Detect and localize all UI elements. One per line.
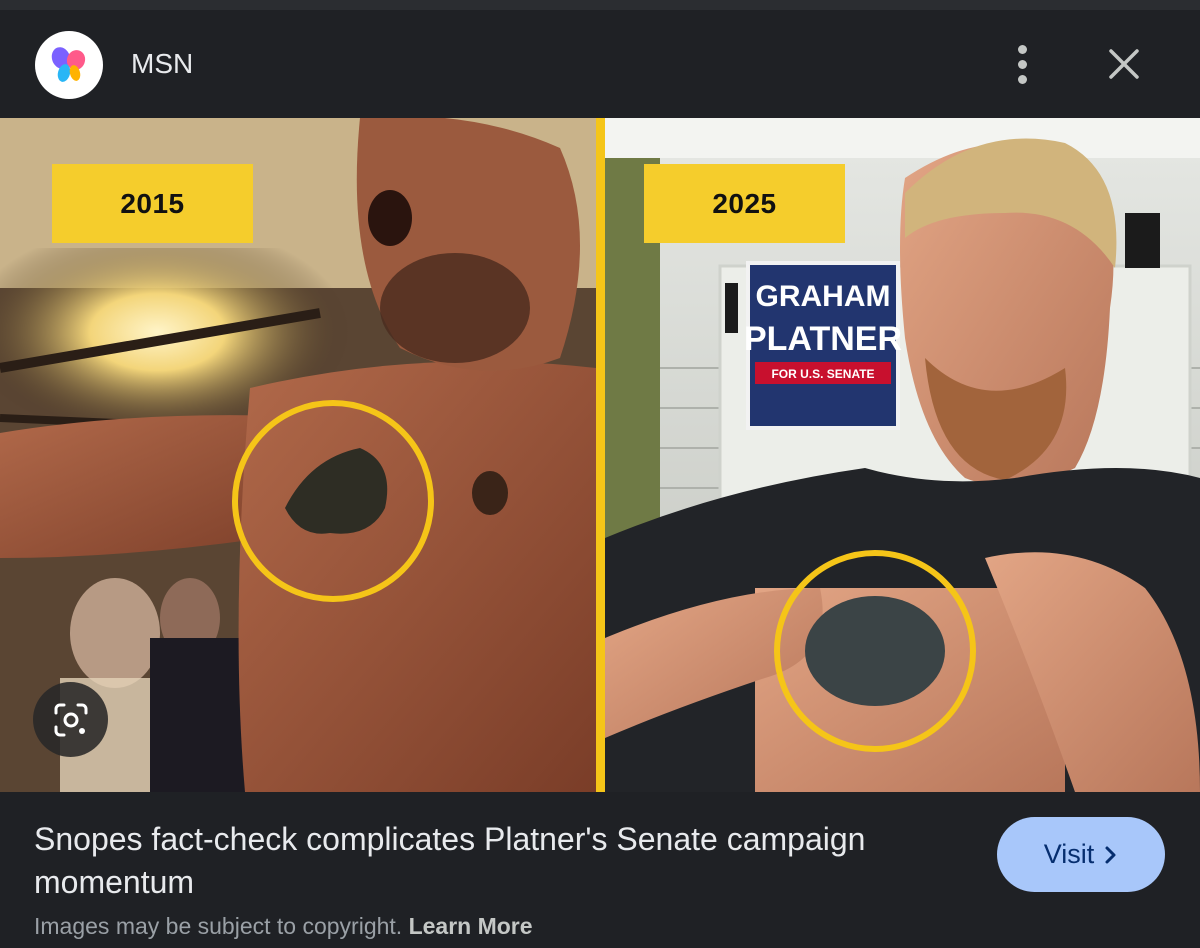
photo-2025: GRAHAM PLATNER FOR U.S. SENATE 2025: [605, 118, 1200, 792]
article-headline[interactable]: Snopes fact-check complicates Platner's …: [34, 818, 974, 904]
panel-divider: [596, 118, 605, 792]
sign-line-1: GRAHAM: [756, 280, 891, 313]
sign-line-3: FOR U.S. SENATE: [771, 367, 874, 381]
viewer-header: MSN: [0, 10, 1200, 118]
result-footer: Snopes fact-check complicates Platner's …: [0, 792, 1200, 948]
more-vert-icon[interactable]: [1002, 40, 1044, 90]
sign-line-2: PLATNER: [744, 320, 902, 358]
close-icon[interactable]: [1100, 40, 1148, 88]
copyright-text: Images may be subject to copyright.: [34, 913, 403, 939]
chevron-right-icon: [1105, 846, 1116, 863]
learn-more-link[interactable]: Learn More: [409, 913, 533, 939]
copyright-notice: Images may be subject to copyright. Lear…: [34, 913, 533, 940]
source-name: MSN: [131, 48, 194, 79]
year-badge-2015: 2015: [52, 164, 253, 243]
year-badge-2025: 2025: [644, 164, 845, 243]
msn-butterfly-icon: [35, 31, 103, 99]
google-lens-icon[interactable]: [33, 682, 108, 757]
visit-label: Visit: [1043, 839, 1095, 869]
preview-image[interactable]: 2015 GRAHAM PLATNER FOR U.S. SENATE 2025: [0, 118, 1200, 792]
top-strip: [0, 0, 1200, 10]
visit-button[interactable]: Visit: [997, 817, 1165, 892]
